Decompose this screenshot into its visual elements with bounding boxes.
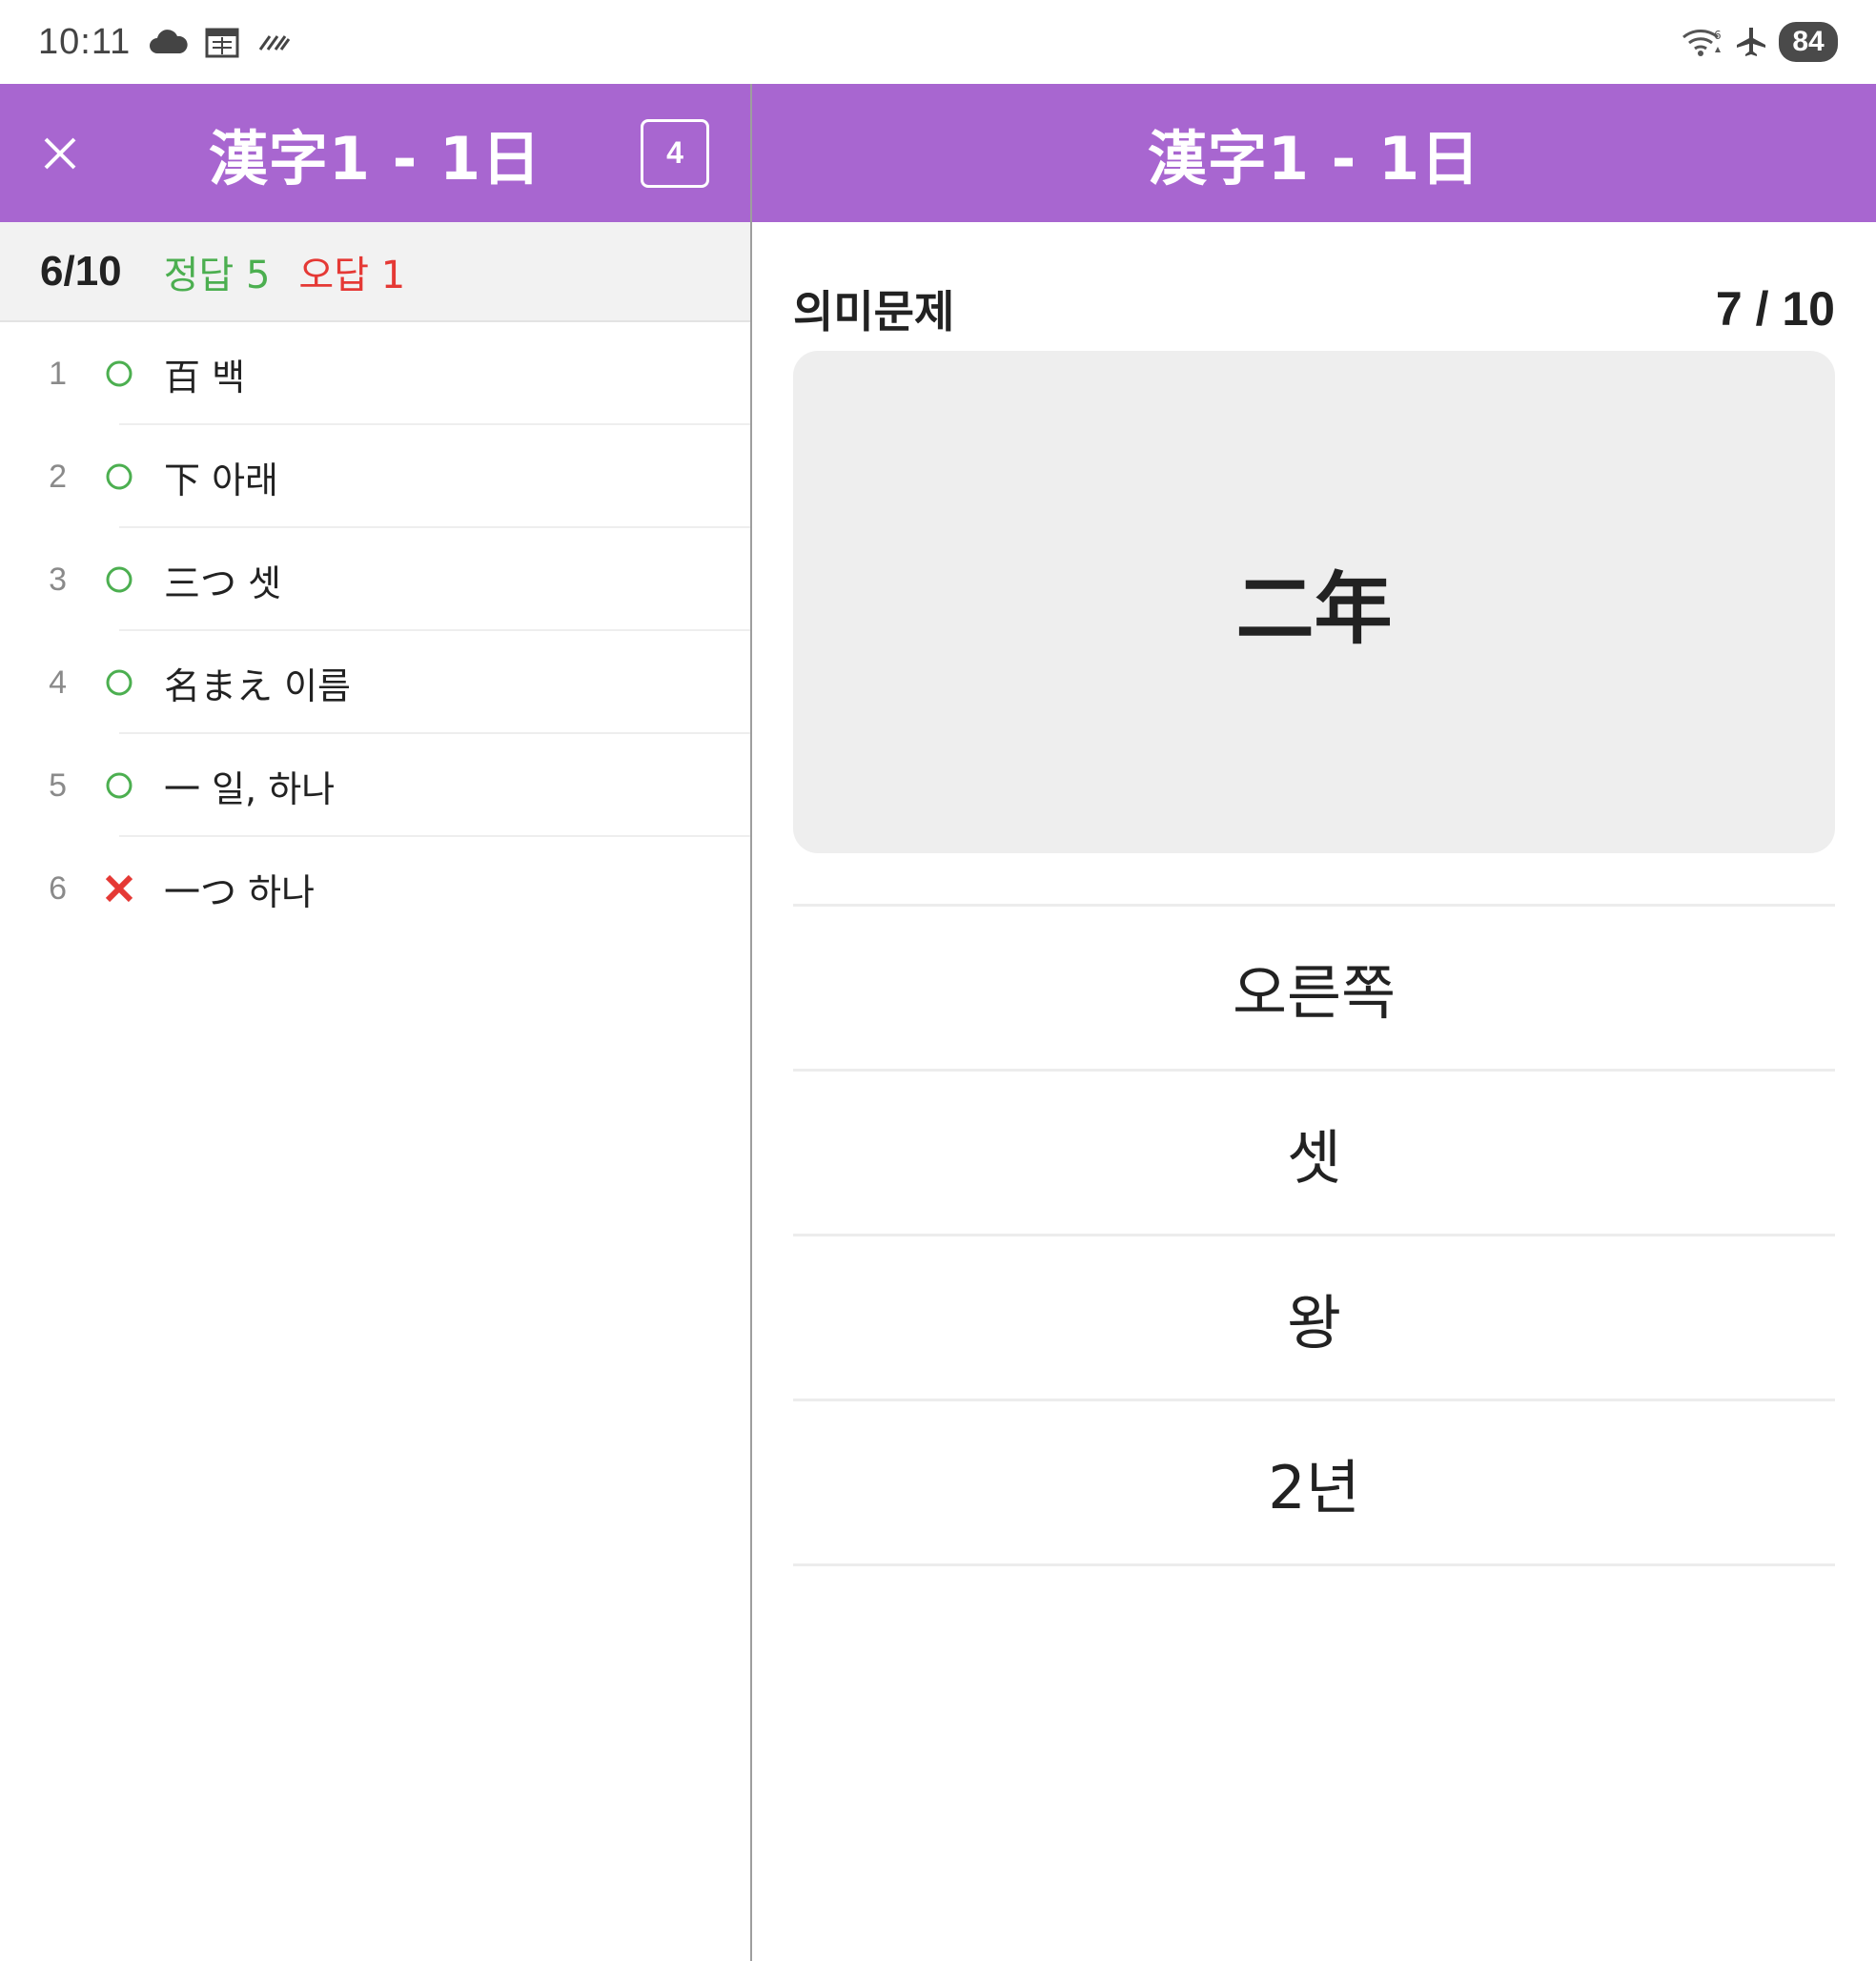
quiz-panel: 漢字1 - 1日 의미문제 7 / 10 二年 오른쪽 셋 왕 2년: [752, 84, 1876, 1961]
result-text: 名まえ 이름: [164, 664, 351, 707]
result-number: 1: [49, 355, 67, 392]
correct-mark-icon: [86, 668, 153, 697]
wrong-count: 오답 1: [298, 244, 405, 299]
calendar-icon: [205, 26, 239, 58]
battery-level: 84: [1779, 22, 1838, 62]
wrong-number: 1: [380, 253, 406, 297]
correct-number: 5: [245, 253, 271, 297]
correct-label: 정답: [163, 253, 234, 297]
result-row[interactable]: 3 三つ 셋: [0, 528, 750, 631]
correct-mark-icon: [86, 565, 153, 594]
question-card: 二年: [793, 351, 1835, 853]
result-text: 下 아래: [164, 459, 278, 501]
result-number: 6: [49, 869, 67, 907]
status-left: 10:11: [38, 22, 291, 63]
result-row[interactable]: 4 名まえ 이름: [0, 631, 750, 734]
svg-text:6: 6: [1714, 29, 1722, 42]
result-number: 2: [49, 458, 67, 495]
question-type: 의미문제: [793, 285, 955, 337]
score-progress: 6/10: [40, 247, 122, 295]
status-right: 6 84: [1682, 22, 1838, 62]
result-row[interactable]: 2 下 아래: [0, 425, 750, 528]
choice-button[interactable]: 왕: [793, 1236, 1835, 1401]
wrong-label: 오답: [298, 253, 370, 297]
quiz-title: 漢字1 - 1日: [1147, 123, 1481, 194]
result-row[interactable]: 1 百 백: [0, 322, 750, 425]
results-panel: 漢字1 - 1日 4 6/10 정답 5 오답 1 1 百 백 2 下 아래 3…: [0, 84, 750, 1961]
answer-choices: 오른쪽 셋 왕 2년: [793, 904, 1835, 1566]
wifi-icon: 6: [1682, 26, 1723, 58]
result-text: 百 백: [164, 356, 246, 398]
count-badge-button[interactable]: 4: [641, 118, 709, 188]
correct-count: 정답 5: [164, 244, 271, 299]
correct-mark-icon: [86, 771, 153, 800]
results-list: 1 百 백 2 下 아래 3 三つ 셋 4 名まえ 이름 5 一 일, 하나 6: [0, 322, 750, 940]
cloud-icon: [148, 29, 188, 55]
results-title: 漢字1 - 1日: [208, 123, 542, 194]
quiz-app-bar: 漢字1 - 1日: [752, 84, 1876, 222]
question-word: 二年: [1235, 564, 1393, 655]
close-button[interactable]: [36, 130, 84, 177]
correct-mark-icon: [86, 359, 153, 388]
question-header: 의미문제 7 / 10: [752, 222, 1876, 351]
question-progress: 7 / 10: [1715, 281, 1835, 336]
result-text: 一つ 하나: [164, 870, 315, 913]
close-icon: [44, 137, 76, 169]
results-app-bar: 漢字1 - 1日 4: [0, 84, 750, 222]
correct-mark-icon: [86, 462, 153, 491]
result-text: 一 일, 하나: [164, 767, 336, 810]
result-number: 5: [49, 766, 67, 804]
clock: 10:11: [38, 21, 132, 62]
rain-icon: [256, 31, 291, 53]
choice-button[interactable]: 2년: [793, 1401, 1835, 1566]
result-row[interactable]: 5 一 일, 하나: [0, 734, 750, 837]
wrong-mark-icon: [86, 873, 153, 904]
score-bar: 6/10 정답 5 오답 1: [0, 222, 750, 322]
status-bar: 10:11 6 84: [0, 0, 1876, 84]
airplane-mode-icon: [1735, 26, 1767, 58]
result-row[interactable]: 6 一つ 하나: [0, 837, 750, 940]
result-text: 三つ 셋: [164, 562, 282, 604]
result-number: 4: [49, 664, 67, 701]
choice-button[interactable]: 오른쪽: [793, 907, 1835, 1072]
result-number: 3: [49, 561, 67, 598]
choice-button[interactable]: 셋: [793, 1072, 1835, 1236]
